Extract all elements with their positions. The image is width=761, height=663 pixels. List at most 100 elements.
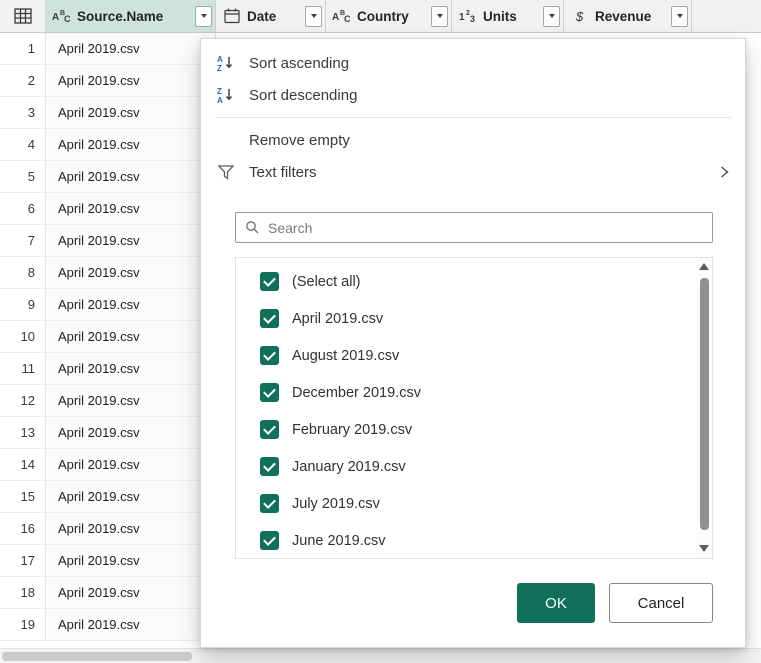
row-number: 19 bbox=[0, 609, 46, 640]
vertical-scrollbar[interactable] bbox=[696, 258, 712, 558]
row-number: 3 bbox=[0, 97, 46, 128]
source-name-cell[interactable]: April 2019.csv bbox=[46, 353, 216, 384]
menu-item-sort-descending[interactable]: Z A Sort descending bbox=[201, 79, 745, 111]
filter-value-label: (Select all) bbox=[292, 274, 361, 290]
table-grid-icon bbox=[13, 6, 33, 26]
table-row: 7 April 2019.csv bbox=[0, 225, 216, 257]
svg-text:3: 3 bbox=[470, 14, 475, 24]
checkbox-checked[interactable] bbox=[260, 494, 279, 513]
row-number: 4 bbox=[0, 129, 46, 160]
checkbox-checked[interactable] bbox=[260, 309, 279, 328]
horizontal-scrollbar[interactable] bbox=[0, 648, 761, 663]
filter-menu: A Z Sort ascending Z A Sort descending bbox=[201, 39, 745, 188]
scroll-up-arrow-icon[interactable] bbox=[699, 263, 709, 270]
source-name-cell[interactable]: April 2019.csv bbox=[46, 289, 216, 320]
filter-value-item[interactable]: April 2019.csv bbox=[236, 300, 696, 337]
dialog-actions: OK Cancel bbox=[517, 583, 713, 623]
checkbox-checked[interactable] bbox=[260, 383, 279, 402]
ok-button[interactable]: OK bbox=[517, 583, 595, 623]
table-row: 10 April 2019.csv bbox=[0, 321, 216, 353]
row-number: 17 bbox=[0, 545, 46, 576]
source-name-cell[interactable]: April 2019.csv bbox=[46, 225, 216, 256]
row-number: 5 bbox=[0, 161, 46, 192]
source-name-cell[interactable]: April 2019.csv bbox=[46, 481, 216, 512]
source-name-cell[interactable]: April 2019.csv bbox=[46, 609, 216, 640]
header-filler bbox=[692, 0, 761, 32]
chevron-right-icon bbox=[717, 165, 731, 179]
filter-value-label: August 2019.csv bbox=[292, 348, 399, 364]
source-name-cell[interactable]: April 2019.csv bbox=[46, 161, 216, 192]
row-number: 8 bbox=[0, 257, 46, 288]
menu-item-text-filters[interactable]: Text filters bbox=[201, 156, 745, 188]
source-name-cell[interactable]: April 2019.csv bbox=[46, 449, 216, 480]
number-type-icon: 1 2 3 bbox=[458, 6, 478, 26]
select-all-table-button[interactable] bbox=[0, 0, 46, 32]
column-label: Revenue bbox=[595, 9, 666, 24]
source-name-cell[interactable]: April 2019.csv bbox=[46, 545, 216, 576]
source-name-cell[interactable]: April 2019.csv bbox=[46, 65, 216, 96]
checkbox-checked[interactable] bbox=[260, 420, 279, 439]
filter-dropdown-button-source-name[interactable] bbox=[195, 6, 212, 27]
row-number: 14 bbox=[0, 449, 46, 480]
column-header-units[interactable]: 1 2 3 Units bbox=[452, 0, 564, 32]
filter-value-item[interactable]: February 2019.csv bbox=[236, 411, 696, 448]
search-input[interactable] bbox=[235, 212, 713, 243]
table-row: 13 April 2019.csv bbox=[0, 417, 216, 449]
horizontal-scrollbar-thumb[interactable] bbox=[2, 652, 192, 661]
checkbox-checked[interactable] bbox=[260, 346, 279, 365]
table-row: 6 April 2019.csv bbox=[0, 193, 216, 225]
source-name-cell[interactable]: April 2019.csv bbox=[46, 321, 216, 352]
menu-item-sort-ascending[interactable]: A Z Sort ascending bbox=[201, 47, 745, 79]
table-row: 17 April 2019.csv bbox=[0, 545, 216, 577]
search-box bbox=[235, 212, 713, 243]
menu-item-remove-empty[interactable]: Remove empty bbox=[201, 124, 745, 156]
text-type-icon: A B C bbox=[52, 6, 72, 26]
filter-value-item[interactable]: (Select all) bbox=[236, 263, 696, 300]
filter-dropdown-button-country[interactable] bbox=[431, 6, 448, 27]
source-name-cell[interactable]: April 2019.csv bbox=[46, 513, 216, 544]
source-name-cell[interactable]: April 2019.csv bbox=[46, 577, 216, 608]
filter-value-item[interactable]: January 2019.csv bbox=[236, 448, 696, 485]
text-type-icon: A B C bbox=[332, 6, 352, 26]
source-name-cell[interactable]: April 2019.csv bbox=[46, 97, 216, 128]
funnel-filter-icon bbox=[215, 162, 237, 182]
source-name-cell[interactable]: April 2019.csv bbox=[46, 129, 216, 160]
menu-item-label: Sort descending bbox=[249, 87, 731, 104]
filter-value-item[interactable]: December 2019.csv bbox=[236, 374, 696, 411]
filter-value-item[interactable]: July 2019.csv bbox=[236, 485, 696, 522]
checkbox-checked[interactable] bbox=[260, 272, 279, 291]
filter-values-list: (Select all) April 2019.csv August 2019.… bbox=[236, 258, 696, 558]
filter-value-item[interactable]: August 2019.csv bbox=[236, 337, 696, 374]
checkbox-checked[interactable] bbox=[260, 457, 279, 476]
filter-dropdown-button-revenue[interactable] bbox=[671, 6, 688, 27]
row-number: 12 bbox=[0, 385, 46, 416]
source-name-cell[interactable]: April 2019.csv bbox=[46, 193, 216, 224]
column-header-country[interactable]: A B C Country bbox=[326, 0, 452, 32]
column-header-date[interactable]: Date bbox=[216, 0, 326, 32]
cancel-button[interactable]: Cancel bbox=[609, 583, 713, 623]
row-number: 6 bbox=[0, 193, 46, 224]
svg-text:A: A bbox=[332, 12, 339, 23]
column-label: Date bbox=[247, 9, 300, 24]
column-header-source-name[interactable]: A B C Source.Name bbox=[46, 0, 216, 32]
column-label: Country bbox=[357, 9, 426, 24]
date-type-icon bbox=[222, 6, 242, 26]
table-row: 18 April 2019.csv bbox=[0, 577, 216, 609]
source-name-cell[interactable]: April 2019.csv bbox=[46, 417, 216, 448]
source-name-cell[interactable]: April 2019.csv bbox=[46, 385, 216, 416]
source-name-cell[interactable]: April 2019.csv bbox=[46, 33, 216, 64]
filter-value-item[interactable]: June 2019.csv bbox=[236, 522, 696, 558]
svg-text:A: A bbox=[217, 96, 223, 105]
row-number: 13 bbox=[0, 417, 46, 448]
filter-dropdown-button-units[interactable] bbox=[543, 6, 560, 27]
source-name-cell[interactable]: April 2019.csv bbox=[46, 257, 216, 288]
checkbox-checked[interactable] bbox=[260, 531, 279, 550]
filter-dropdown-button-date[interactable] bbox=[305, 6, 322, 27]
scroll-down-arrow-icon[interactable] bbox=[699, 545, 709, 552]
vertical-scrollbar-thumb[interactable] bbox=[700, 278, 709, 530]
menu-divider bbox=[215, 117, 731, 118]
column-header-revenue[interactable]: $ Revenue bbox=[564, 0, 692, 32]
row-number: 1 bbox=[0, 33, 46, 64]
table-row: 15 April 2019.csv bbox=[0, 481, 216, 513]
svg-text:Z: Z bbox=[217, 87, 222, 96]
